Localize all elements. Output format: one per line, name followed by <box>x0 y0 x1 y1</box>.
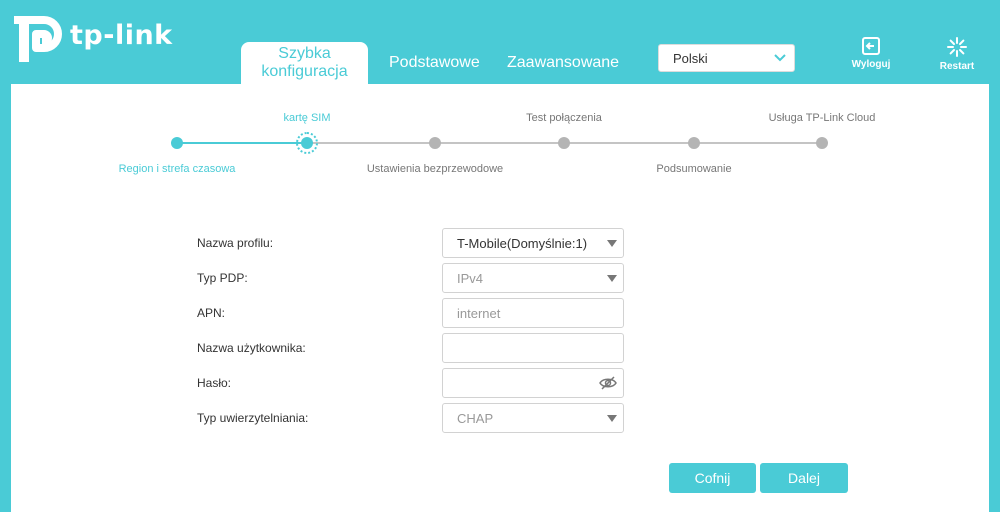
profile-label: Nazwa profilu: <box>197 236 274 250</box>
password-input[interactable] <box>442 368 624 398</box>
auth-type-value: CHAP <box>457 411 494 426</box>
step-label-cloud: Usługa TP-Link Cloud <box>768 112 876 124</box>
eye-off-icon[interactable] <box>599 375 617 391</box>
apn-value: internet <box>457 306 501 321</box>
apn-label: APN: <box>197 306 226 320</box>
password-field[interactable] <box>457 376 597 391</box>
username-label: Nazwa użytkownika: <box>197 341 306 355</box>
restart-button[interactable]: Restart <box>929 36 985 72</box>
password-label: Hasło: <box>197 376 232 390</box>
pdp-type-label: Typ PDP: <box>197 271 248 285</box>
tp-link-logo: tp-link <box>10 16 173 62</box>
profile-select[interactable]: T-Mobile(Domyślnie:1) <box>442 228 624 258</box>
logout-button[interactable]: Wyloguj <box>843 36 899 70</box>
step-dot-test <box>558 137 570 149</box>
chevron-down-icon <box>774 54 786 62</box>
step-dot-sim <box>301 137 313 149</box>
step-label-summary: Podsumowanie <box>656 163 732 175</box>
auth-type-select[interactable]: CHAP <box>442 403 624 433</box>
restart-icon <box>947 37 967 57</box>
back-button[interactable]: Cofnij <box>669 463 756 493</box>
step-label-sim: kartę SIM <box>283 112 331 124</box>
tab-quick-setup[interactable]: Szybka konfiguracja <box>241 42 368 84</box>
caret-down-icon <box>607 240 617 247</box>
logout-icon <box>862 37 880 55</box>
pdp-type-value: IPv4 <box>457 271 484 286</box>
step-dot-wireless <box>429 137 441 149</box>
apn-input[interactable]: internet <box>442 298 624 328</box>
step-label-wireless: Ustawienia bezprzewodowe <box>366 163 504 175</box>
step-label-region: Region i strefa czasowa <box>118 163 236 175</box>
restart-label: Restart <box>939 61 975 72</box>
caret-down-icon <box>607 275 617 282</box>
next-button[interactable]: Dalej <box>760 463 848 493</box>
step-dot-summary <box>688 137 700 149</box>
pdp-type-select[interactable]: IPv4 <box>442 263 624 293</box>
tp-link-logo-icon <box>14 16 62 62</box>
language-select[interactable]: Polski <box>658 44 795 72</box>
language-selected-value: Polski <box>673 51 708 66</box>
tab-basic[interactable]: Podstawowe <box>389 54 480 72</box>
tab-quick-setup-label: Szybka konfiguracja <box>261 45 348 80</box>
username-field[interactable] <box>457 341 609 356</box>
step-dot-region <box>171 137 183 149</box>
step-label-test: Test połączenia <box>526 112 602 124</box>
tab-advanced[interactable]: Zaawansowane <box>507 54 619 72</box>
stepper-progress-done <box>177 142 307 144</box>
auth-type-label: Typ uwierzytelniania: <box>197 411 309 425</box>
caret-down-icon <box>607 415 617 422</box>
step-dot-cloud <box>816 137 828 149</box>
profile-value: T-Mobile(Domyślnie:1) <box>457 236 588 251</box>
logout-label: Wyloguj <box>851 59 891 70</box>
brand-name: tp-link <box>70 19 173 51</box>
username-input[interactable] <box>442 333 624 363</box>
